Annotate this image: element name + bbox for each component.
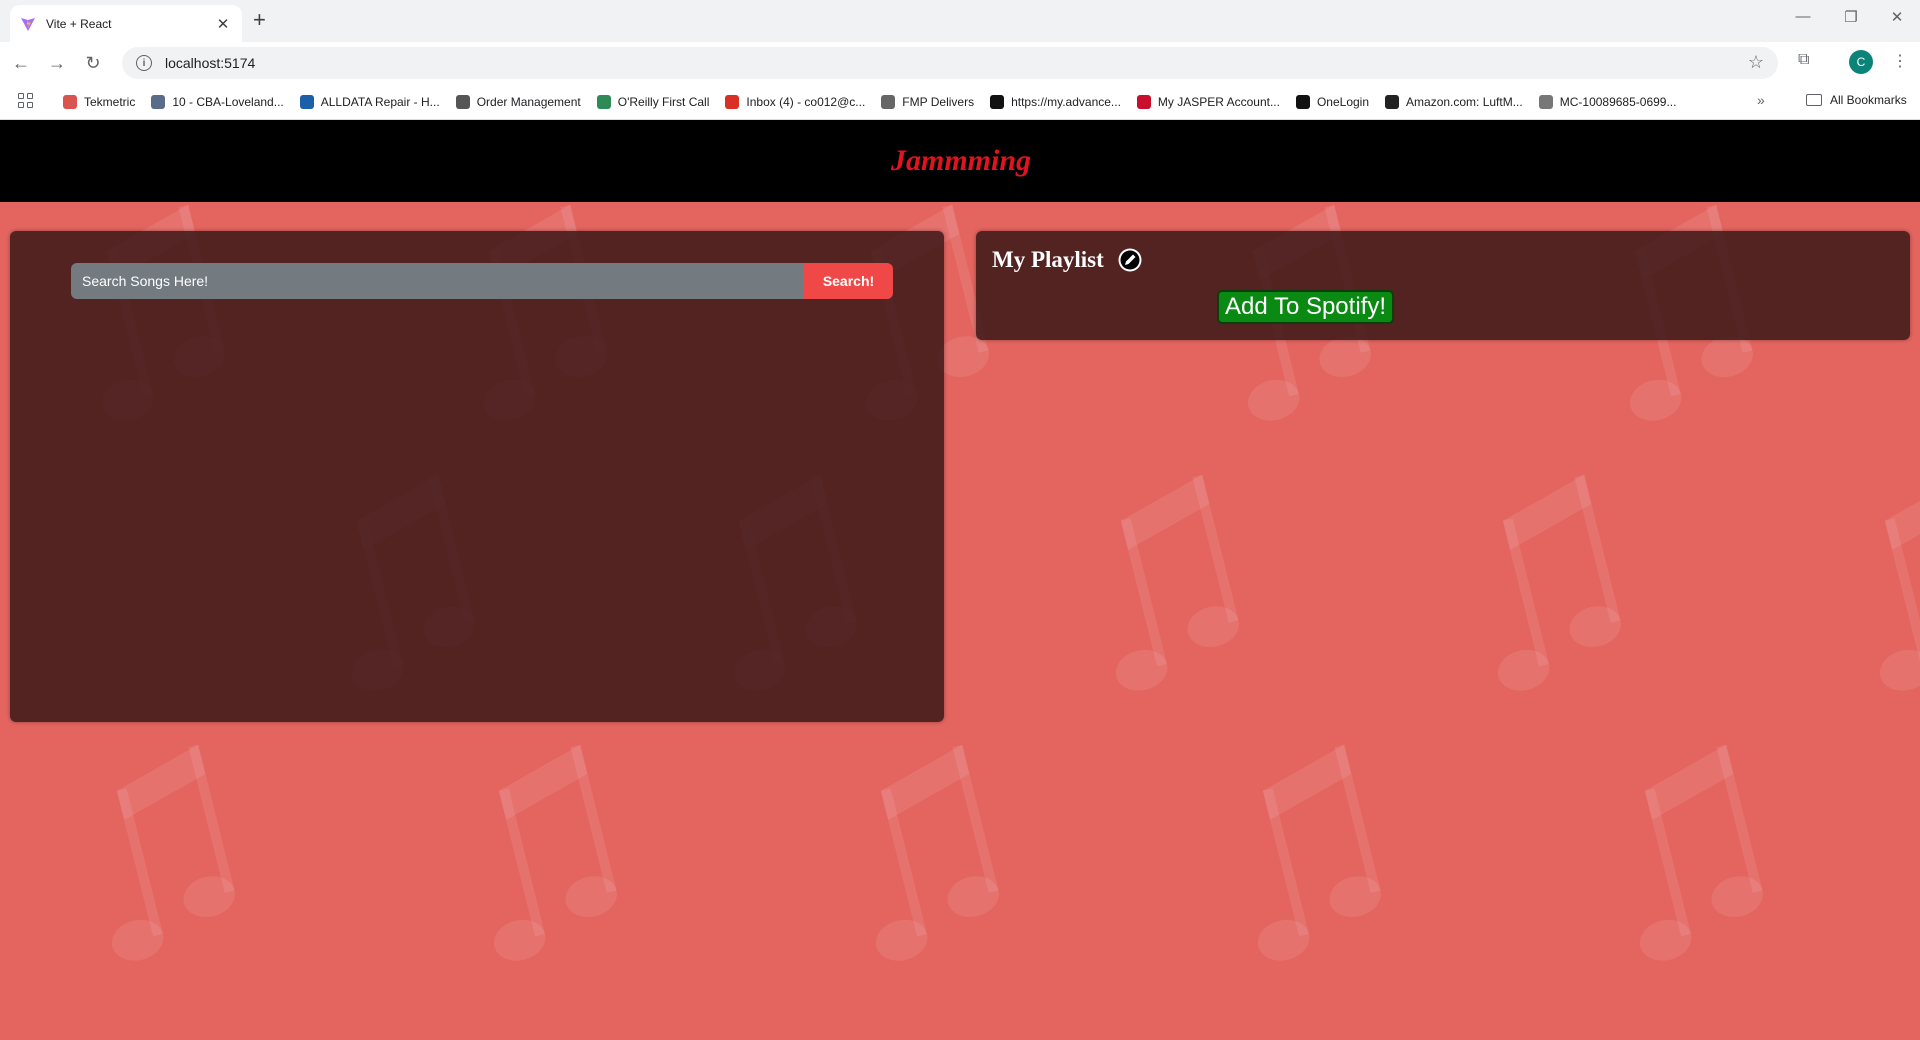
bookmark-star-icon[interactable]: ☆ [1748, 52, 1764, 73]
menu-icon[interactable]: ⋮ [1892, 51, 1908, 71]
bookmark-item[interactable]: Amazon.com: LuftM... [1385, 94, 1523, 109]
add-to-spotify-button[interactable]: Add To Spotify! [1217, 290, 1394, 324]
bookmark-item[interactable]: My JASPER Account... [1136, 94, 1280, 109]
browser-tab[interactable]: Vite + React ✕ [10, 5, 242, 42]
music-note-icon [1639, 744, 1763, 961]
bookmark-label: O'Reilly First Call [617, 94, 710, 109]
bookmark-label: https://my.advance... [1011, 94, 1121, 109]
site-info-icon[interactable]: i [136, 55, 152, 71]
bookmark-item[interactable]: FMP Delivers [881, 94, 975, 109]
bookmark-item[interactable]: MC-10089685-0699... [1538, 94, 1677, 109]
reload-icon[interactable]: ↻ [80, 50, 106, 76]
back-icon[interactable]: ← [8, 50, 34, 76]
address-url[interactable]: localhost:5174 [165, 55, 255, 71]
bookmark-label: My JASPER Account... [1157, 94, 1280, 109]
app-header: Jammming [0, 120, 1920, 202]
music-note-icon [875, 744, 999, 961]
minimize-icon[interactable]: — [1788, 8, 1818, 25]
jasper-icon [1136, 94, 1151, 109]
bookmark-label: MC-10089685-0699... [1559, 94, 1677, 109]
browser-toolbar: ← → ↻ i localhost:5174 ☆ ⧉ C ⋮ [0, 42, 1920, 83]
music-note-icon [1257, 744, 1381, 961]
bookmark-label: ALLDATA Repair - H... [320, 94, 440, 109]
bookmark-label: FMP Delivers [902, 94, 975, 109]
address-bar[interactable]: i localhost:5174 ☆ [122, 47, 1778, 79]
tekmetric-icon [63, 94, 77, 109]
browser-tabstrip: Vite + React ✕ + — ❐ ✕ [0, 0, 1920, 42]
bookmark-label: Amazon.com: LuftM... [1406, 94, 1523, 109]
order-icon [455, 94, 470, 109]
bookmark-label: OneLogin [1316, 94, 1370, 109]
globe-icon [1538, 94, 1553, 109]
search-input[interactable] [71, 263, 805, 299]
oreilly-icon [596, 94, 611, 109]
playlist-panel: My Playlist Add To Spotify! [976, 231, 1910, 340]
app-title: Jammming [890, 144, 1032, 177]
restore-icon[interactable]: ❐ [1836, 8, 1866, 26]
apps-icon[interactable] [18, 93, 33, 108]
forward-icon[interactable]: → [44, 50, 70, 76]
bookmark-label: Tekmetric [84, 94, 136, 109]
onelogin-icon [1295, 94, 1310, 109]
close-window-icon[interactable]: ✕ [1882, 8, 1912, 26]
bookmark-label: Order Management [476, 94, 581, 109]
bookmark-label: 10 - CBA-Loveland... [172, 94, 284, 109]
new-tab-icon[interactable]: + [253, 9, 266, 31]
folder-icon [1806, 94, 1822, 106]
more-bookmarks-icon[interactable]: » [1757, 92, 1765, 108]
bookmark-item[interactable]: O'Reilly First Call [596, 94, 710, 109]
music-note-icon [1497, 474, 1621, 691]
bookmark-item[interactable]: 10 - CBA-Loveland... [151, 94, 284, 109]
search-results-panel: Search! [10, 231, 944, 722]
bookmark-item[interactable]: https://my.advance... [990, 94, 1121, 109]
bookmark-item[interactable]: ALLDATA Repair - H... [299, 94, 440, 109]
bookmarks-bar: Tekmetric 10 - CBA-Loveland... ALLDATA Rep… [0, 83, 1920, 120]
vite-icon [21, 17, 35, 31]
bookmark-item[interactable]: Order Management [455, 94, 581, 109]
bookmark-item[interactable]: OneLogin [1295, 94, 1370, 109]
alldata-icon [299, 94, 314, 109]
page-viewport: Jammming Search! My Playlist Add To Spot… [0, 120, 1920, 1040]
music-note-icon [111, 744, 235, 961]
amazon-icon [1385, 94, 1400, 109]
music-note-icon [1879, 474, 1920, 691]
bookmark-label: Inbox (4) - co012@c... [746, 94, 866, 109]
tab-search-icon[interactable]: ⧉ [1798, 51, 1809, 69]
car-icon [151, 94, 166, 109]
all-bookmarks-label: All Bookmarks [1830, 93, 1907, 107]
bookmark-item[interactable]: Tekmetric [63, 94, 136, 109]
tab-close-icon[interactable]: ✕ [214, 15, 232, 33]
fmp-icon [881, 94, 896, 109]
music-note-icon [493, 744, 617, 961]
search-button[interactable]: Search! [804, 263, 893, 299]
gmail-icon [725, 94, 740, 109]
pencil-icon[interactable] [1117, 247, 1143, 273]
advance-icon [990, 94, 1005, 109]
profile-avatar[interactable]: C [1849, 50, 1873, 74]
tab-title: Vite + React [46, 16, 112, 31]
bookmark-list: Tekmetric 10 - CBA-Loveland... ALLDATA Rep… [63, 83, 1692, 120]
playlist-name: My Playlist [992, 247, 1104, 272]
music-note-icon [1115, 474, 1239, 691]
bookmark-item[interactable]: Inbox (4) - co012@c... [725, 94, 866, 109]
all-bookmarks-button[interactable]: All Bookmarks [1806, 93, 1907, 107]
